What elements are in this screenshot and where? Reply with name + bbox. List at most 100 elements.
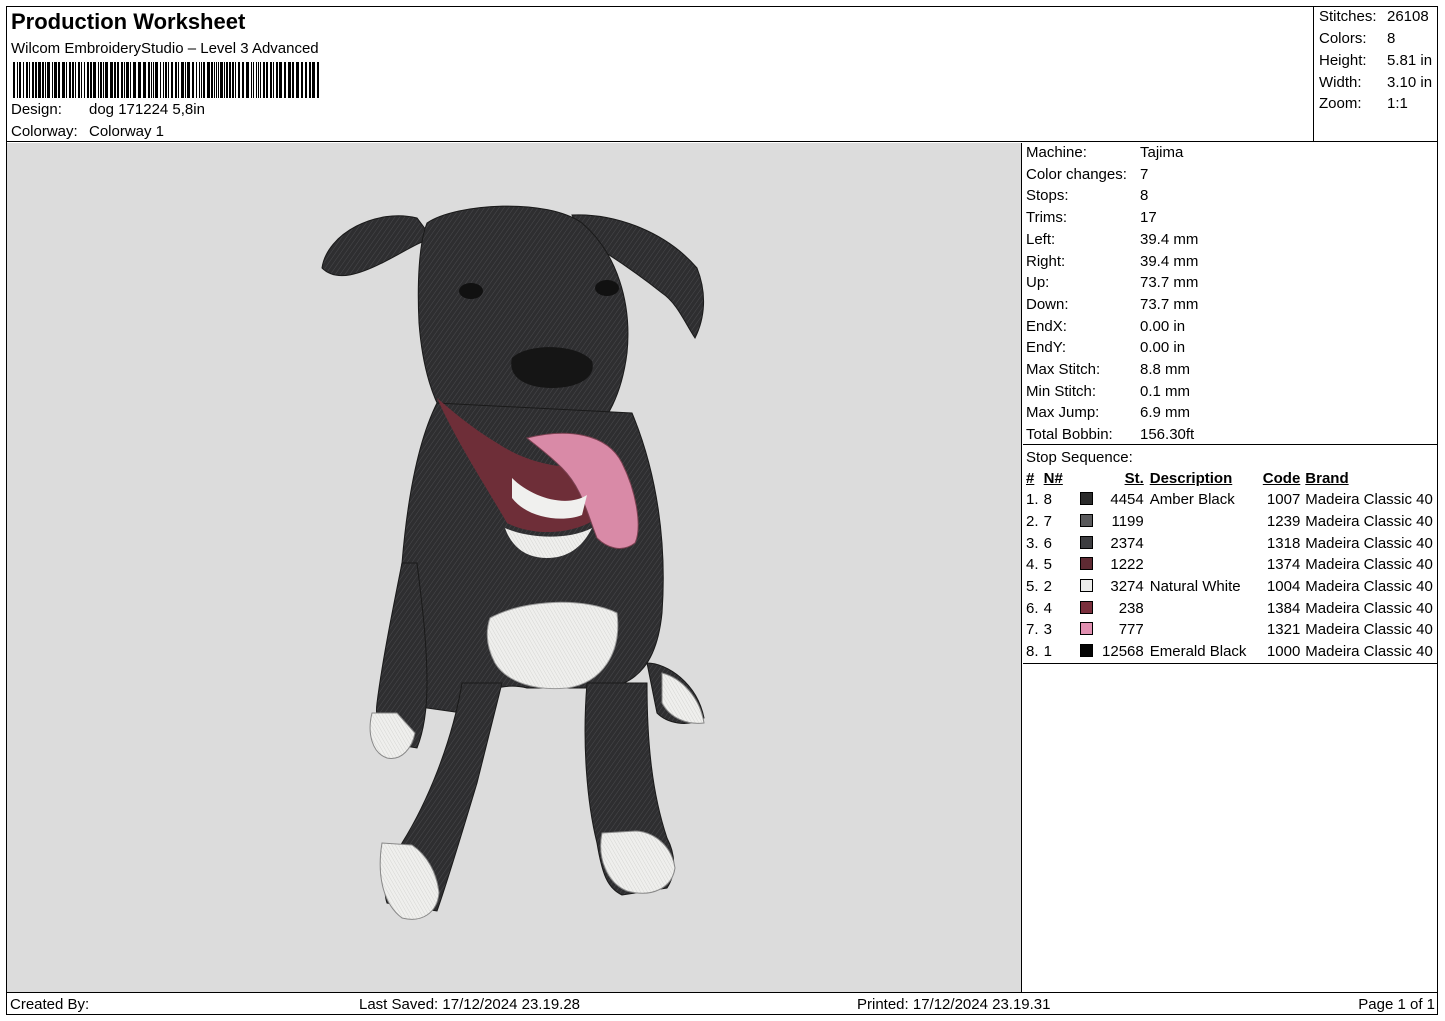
info-value: 73.7 mm [1140, 295, 1199, 313]
info-label: Max Jump: [1026, 404, 1100, 422]
barcode-bar [305, 62, 307, 98]
barcode-bar [171, 62, 173, 98]
info-label: Left: [1026, 230, 1056, 248]
cell-needle: 6 [1043, 534, 1052, 552]
info-label: Max Stitch: [1026, 361, 1101, 378]
barcode-bar [81, 62, 82, 98]
cell-stitches: 1222 [1110, 556, 1144, 574]
stat-label: Zoom: [1319, 95, 1362, 112]
barcode-bar [270, 62, 272, 98]
stat-label: Width: [1319, 74, 1362, 91]
cell-code: 1384 [1266, 599, 1301, 617]
barcode-bar [17, 62, 18, 98]
barcode-bar [165, 62, 167, 98]
cell-swatch [1079, 576, 1099, 598]
barcode-bar [105, 62, 108, 98]
table-row: 3. 6 2374 1318 Madeira Classic 40 [1026, 532, 1438, 554]
barcode-bar [216, 62, 217, 98]
stat-row: Height: 5.81 in [1319, 52, 1432, 69]
info-label: EndY: [1026, 339, 1067, 357]
barcode-bar [251, 62, 252, 98]
col-stitches: St. [1124, 470, 1144, 487]
barcode-bar [187, 62, 190, 98]
cell-index: 6. [1026, 599, 1039, 617]
barcode-bar [214, 62, 215, 98]
info-value: 39.4 mm [1140, 230, 1199, 248]
barcode-bar [148, 62, 150, 98]
barcode-bar [220, 62, 223, 98]
info-row: EndY: 0.00 in [1026, 339, 1185, 356]
cell-swatch [1079, 532, 1099, 554]
barcode-bar [54, 62, 57, 98]
design-row: Design: dog 171224 5,8in [11, 101, 205, 118]
color-swatch [1079, 622, 1093, 636]
barcode-bar [138, 62, 141, 98]
cell-brand: Madeira Classic 40 [1305, 621, 1433, 639]
software-name: Wilcom EmbroideryStudio – Level 3 Advanc… [11, 40, 319, 57]
barcode-bar [312, 62, 315, 98]
cell-swatch [1079, 597, 1099, 619]
barcode-bar [229, 62, 231, 98]
info-row: Max Jump: 6.9 mm [1026, 404, 1190, 421]
barcode-bar [110, 62, 113, 98]
info-row: Down: 73.7 mm [1026, 296, 1198, 313]
created-by: Created By: [10, 996, 90, 1013]
printed-date: Printed: 17/12/2024 23.19.31 [857, 996, 1051, 1013]
barcode-bar [153, 62, 154, 98]
stop-sequence-caption: Stop Sequence: [1026, 449, 1133, 466]
table-row: 2. 7 1199 1239 Madeira Classic 40 [1026, 511, 1438, 533]
cell-stitches: 2374 [1110, 534, 1144, 552]
barcode-bar [155, 62, 158, 98]
cell-swatch [1079, 619, 1099, 641]
cell-code: 1318 [1266, 534, 1301, 552]
design-label: Design: [11, 101, 62, 118]
barcode-bar [258, 62, 259, 98]
barcode-bar [246, 62, 249, 98]
cell-description: Emerald Black [1149, 643, 1247, 661]
col-brand: Brand [1305, 470, 1349, 487]
cell-stitches: 238 [1118, 599, 1144, 617]
info-value: 0.00 in [1140, 339, 1186, 357]
design-preview [7, 143, 1022, 992]
cell-code: 1321 [1266, 621, 1301, 639]
cell-index: 4. [1026, 556, 1039, 574]
cell-description: Amber Black [1149, 491, 1235, 509]
info-value: 0.1 mm [1140, 382, 1191, 400]
stat-row: Width: 3.10 in [1319, 74, 1432, 91]
cell-swatch [1079, 489, 1099, 511]
color-swatch [1079, 644, 1093, 658]
stop-sequence-panel: Stop Sequence: # N# St. Description Code… [1023, 446, 1438, 664]
barcode-bar [276, 62, 278, 98]
cell-brand: Madeira Classic 40 [1305, 534, 1433, 552]
barcode-bar [224, 62, 225, 98]
info-row: EndX: 0.00 in [1026, 318, 1185, 335]
stat-value: 8 [1387, 30, 1396, 47]
info-label: Right: [1026, 252, 1066, 270]
barcode-bar [160, 62, 161, 98]
barcode-bar [124, 62, 125, 98]
barcode-bar [256, 62, 257, 98]
table-row: 4. 5 1222 1374 Madeira Classic 40 [1026, 554, 1438, 576]
barcode-bar [203, 62, 205, 98]
barcode-bar [163, 62, 164, 98]
stat-label: Colors: [1319, 30, 1367, 47]
barcode-bar [196, 62, 197, 98]
cell-code: 1374 [1266, 556, 1301, 574]
info-row: Stops: 8 [1026, 187, 1148, 204]
info-label: EndX: [1026, 317, 1067, 335]
barcode-bar [151, 62, 152, 98]
barcode-bar [100, 62, 102, 98]
cell-brand: Madeira Classic 40 [1305, 556, 1433, 574]
col-index: # [1026, 470, 1035, 487]
info-value: Tajima [1140, 144, 1184, 161]
info-label: Down: [1026, 295, 1069, 313]
info-label: Color changes: [1026, 165, 1127, 183]
stat-value: 26108 [1387, 8, 1429, 25]
machine-info-panel: Machine: Tajima Color changes: 7 Stops: 8 Trim… [1023, 143, 1438, 445]
barcode-bar [72, 62, 74, 98]
info-row: Left: 39.4 mm [1026, 231, 1198, 248]
color-swatch [1079, 492, 1093, 506]
barcode-bar [211, 62, 213, 98]
cell-needle: 7 [1043, 513, 1052, 531]
color-swatch [1079, 514, 1093, 528]
